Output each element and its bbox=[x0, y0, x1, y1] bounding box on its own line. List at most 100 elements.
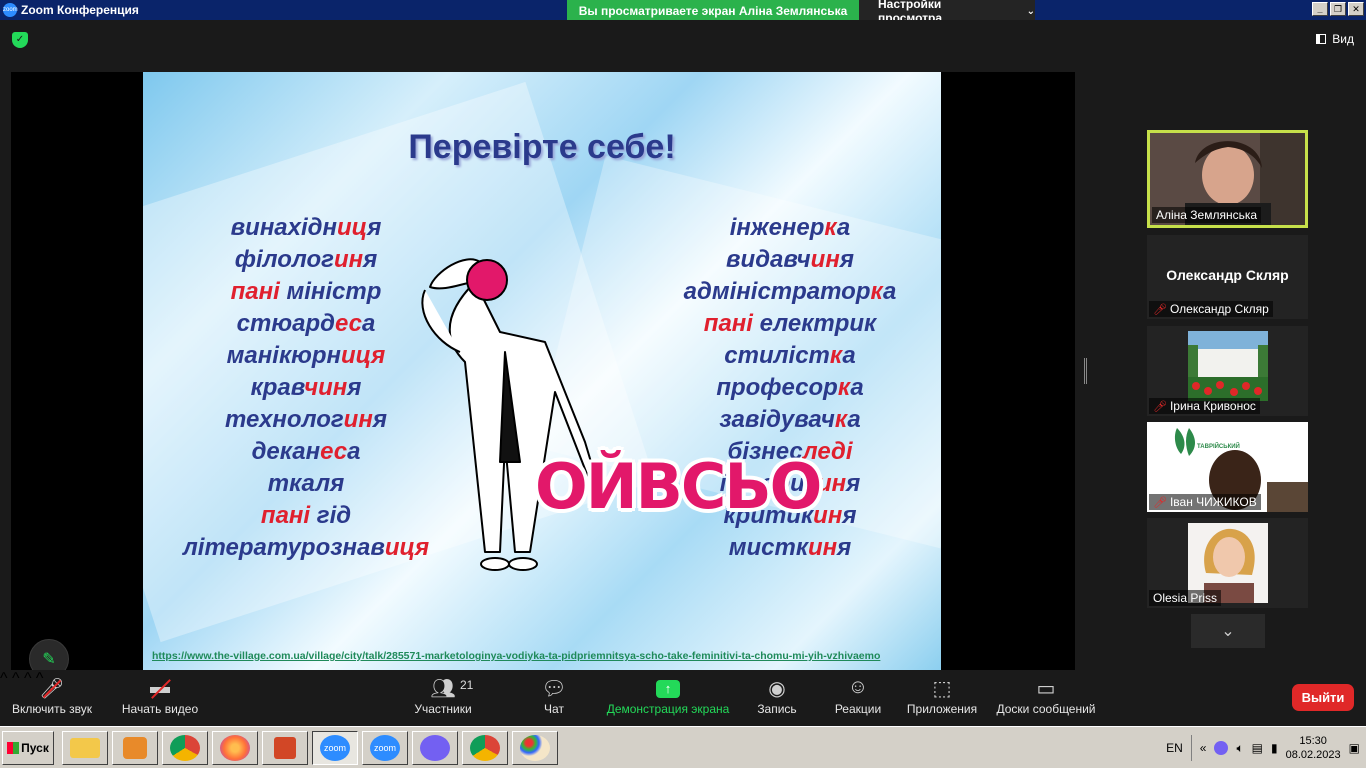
feminitive-word: стилістка bbox=[653, 340, 927, 372]
share-screen-icon: ↑ bbox=[604, 676, 732, 702]
word-part: стиліст bbox=[724, 342, 830, 369]
restore-button[interactable]: ❐ bbox=[1330, 2, 1346, 16]
word-suffix-highlight: иця bbox=[341, 342, 386, 369]
taskbar-zoom-1[interactable]: zoom bbox=[312, 731, 358, 765]
mic-muted-icon: 🎤︎ bbox=[1153, 400, 1167, 413]
participant-tile[interactable]: Олександр Скляр 🎤︎ Олександр Скляр bbox=[1147, 235, 1308, 319]
word-suffix-highlight: иц bbox=[337, 214, 368, 241]
paint-icon bbox=[520, 735, 550, 761]
word-suffix-highlight: ин bbox=[807, 534, 838, 561]
taskbar-chrome-profile[interactable] bbox=[462, 731, 508, 765]
meeting-topbar: ✓ Вид bbox=[0, 20, 1366, 72]
apps-button[interactable]: ⬚ Приложения bbox=[904, 676, 980, 716]
participant-tile[interactable]: ТАВРІЙСЬКИЙ 🎤︎ Іван ЧИЖИКОВ bbox=[1147, 422, 1308, 512]
show-hidden-icons-icon[interactable]: « bbox=[1200, 741, 1207, 755]
slide-title: Перевірте себе! bbox=[408, 128, 676, 166]
taskbar-viber[interactable] bbox=[412, 731, 458, 765]
unmute-label: Включить звук bbox=[11, 702, 93, 716]
viber-tray-icon[interactable] bbox=[1214, 741, 1229, 755]
participant-tile[interactable]: Olesia Priss bbox=[1147, 518, 1308, 608]
chat-button[interactable]: 💬︎ Чат bbox=[536, 676, 572, 716]
apps-label: Приложения bbox=[906, 702, 978, 716]
leave-button[interactable]: Выйти bbox=[1292, 684, 1354, 711]
feminitive-word: інженерка bbox=[653, 212, 927, 244]
participant-tile-active[interactable]: Аліна Землянська bbox=[1147, 130, 1308, 228]
notifications-icon[interactable]: ▣ bbox=[1349, 741, 1360, 755]
taskbar-zoom-2[interactable]: zoom bbox=[362, 731, 408, 765]
word-part: літературознав bbox=[182, 534, 385, 561]
taskbar-powerpoint[interactable] bbox=[262, 731, 308, 765]
taskbar-paint[interactable] bbox=[512, 731, 558, 765]
word-suffix-highlight: к bbox=[837, 374, 851, 401]
language-indicator[interactable]: EN bbox=[1166, 741, 1183, 755]
unmute-button[interactable]: 🎤︎ Включить звук bbox=[8, 676, 96, 716]
word-part: міністр bbox=[279, 278, 382, 305]
word-part: а bbox=[361, 310, 376, 337]
participants-scroll-down-button[interactable]: ⌄ bbox=[1191, 614, 1265, 648]
security-shield-icon[interactable]: ✓ bbox=[12, 32, 28, 48]
share-screen-button[interactable]: ↑ Демонстрация экрана bbox=[604, 676, 732, 716]
taskbar-media-player[interactable] bbox=[112, 731, 158, 765]
participant-name-tag: 🎤︎ Олександр Скляр bbox=[1149, 301, 1273, 317]
oivso-sticker: ОЙВСЬО bbox=[535, 450, 822, 523]
word-suffix-highlight: к bbox=[829, 342, 843, 369]
facepalm-man-illustration bbox=[421, 258, 601, 571]
word-part: я bbox=[367, 214, 382, 241]
panel-splitter-handle[interactable] bbox=[1084, 358, 1087, 384]
chat-icon: 💬︎ bbox=[541, 678, 567, 700]
word-part: крав bbox=[250, 374, 305, 401]
taskbar-firefox[interactable] bbox=[212, 731, 258, 765]
windows-logo-icon bbox=[7, 742, 20, 754]
word-part: я bbox=[837, 534, 852, 561]
participant-name-tag: 🎤︎ Ірина Кривонос bbox=[1149, 398, 1260, 414]
viber-icon bbox=[420, 735, 450, 761]
word-part: я bbox=[842, 502, 857, 529]
word-part: декан bbox=[251, 438, 321, 465]
media-player-icon bbox=[123, 737, 147, 759]
feminitive-word: адміністраторка bbox=[653, 276, 927, 308]
close-button[interactable]: ✕ bbox=[1348, 2, 1364, 16]
start-button[interactable]: Пуск bbox=[2, 731, 54, 765]
mic-muted-icon: 🎤︎ bbox=[1153, 496, 1167, 509]
word-suffix-highlight: ин bbox=[343, 406, 373, 433]
word-suffix-highlight: к bbox=[834, 406, 848, 433]
participant-name-tag: Olesia Priss bbox=[1149, 590, 1222, 606]
share-screen-label: Демонстрация экрана bbox=[606, 702, 730, 716]
audio-options-caret[interactable]: ^ bbox=[0, 670, 8, 687]
shared-screen: Перевірте себе! винахідниця філологиня пан… bbox=[11, 72, 1075, 679]
record-icon: ◉ bbox=[768, 678, 786, 700]
taskbar-explorer[interactable] bbox=[62, 731, 108, 765]
word-part: електрик bbox=[752, 310, 877, 337]
firefox-icon bbox=[220, 735, 250, 761]
battery-icon[interactable]: ▮ bbox=[1271, 741, 1278, 755]
system-tray: EN « 🔈︎ ▤ ▮ 15:30 08.02.2023 ▣ bbox=[1166, 731, 1366, 765]
minimize-button[interactable]: _ bbox=[1312, 2, 1328, 16]
start-video-button[interactable]: ▬ Начать видео bbox=[120, 676, 200, 716]
feminitive-word: пані електрик bbox=[653, 308, 927, 340]
whiteboards-button[interactable]: ▭ Доски сообщений bbox=[994, 676, 1098, 716]
view-button[interactable]: Вид bbox=[1316, 32, 1354, 46]
reactions-icon: ☺ bbox=[847, 676, 869, 698]
word-suffix-highlight: ин bbox=[333, 246, 364, 273]
participant-avatar-photo bbox=[1188, 331, 1268, 401]
presentation-icon bbox=[274, 737, 296, 759]
view-settings-dropdown[interactable]: Настройки просмотра ⌄ bbox=[859, 0, 1035, 25]
participant-tile[interactable]: 🎤︎ Ірина Кривонос bbox=[1147, 326, 1308, 416]
clock[interactable]: 15:30 08.02.2023 bbox=[1286, 734, 1341, 762]
network-icon[interactable]: ▤ bbox=[1252, 741, 1263, 755]
video-off-icon: ▬ bbox=[120, 676, 200, 702]
participant-name: Ірина Кривонос bbox=[1169, 399, 1256, 413]
tray-divider bbox=[1190, 735, 1192, 761]
word-part: манікюрн bbox=[226, 342, 342, 369]
taskbar-chrome[interactable] bbox=[162, 731, 208, 765]
word-part: технолог bbox=[225, 406, 344, 433]
source-link[interactable]: https://www.the-village.com.ua/village/c… bbox=[152, 650, 880, 662]
volume-icon[interactable]: 🔈︎ bbox=[1236, 741, 1243, 756]
word-part: стюард bbox=[236, 310, 335, 337]
record-button[interactable]: ◉ Запись bbox=[754, 676, 800, 716]
view-layout-icon bbox=[1316, 34, 1327, 44]
reactions-button[interactable]: ☺ Реакции bbox=[832, 676, 884, 716]
partial-logo-text: ТАВРІЙСЬКИЙ bbox=[1197, 444, 1240, 450]
word-part: адміністратор bbox=[683, 278, 871, 305]
word-part: я bbox=[846, 470, 861, 497]
